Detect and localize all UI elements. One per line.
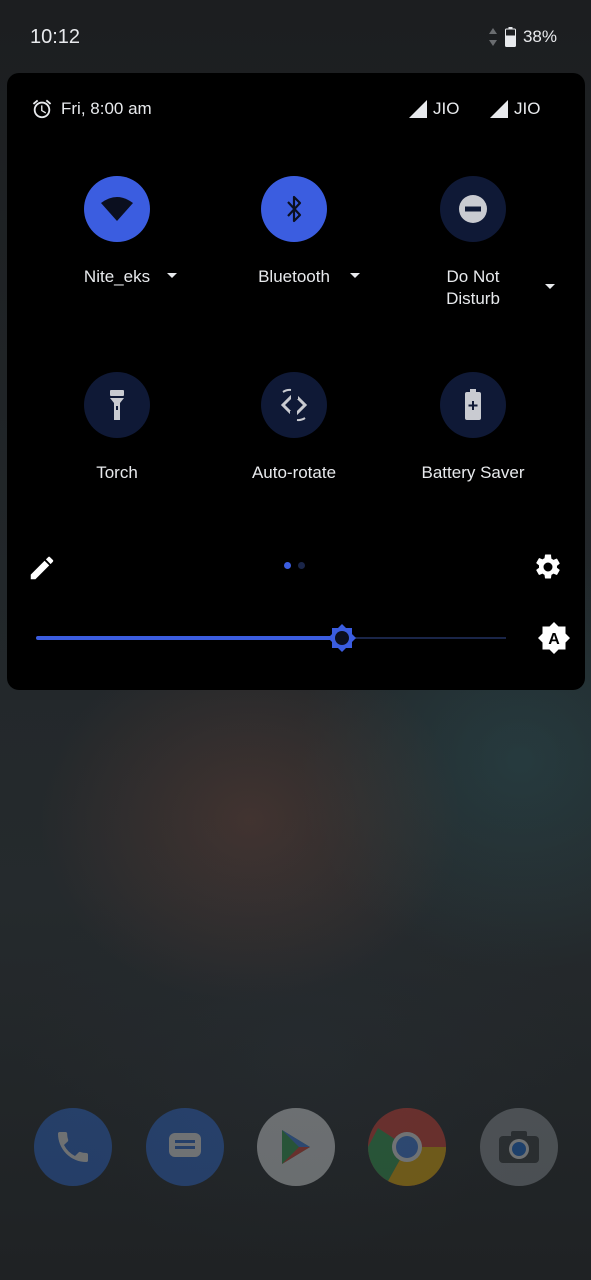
brightness-sun-icon xyxy=(328,624,356,652)
sim2-signal: JIO xyxy=(490,99,540,119)
tile-torch[interactable]: Torch xyxy=(27,372,207,484)
signal-icon xyxy=(490,100,508,118)
bluetooth-toggle[interactable] xyxy=(261,176,327,242)
gear-icon xyxy=(536,554,560,579)
settings-button[interactable] xyxy=(533,552,563,582)
tile-label: Nite_eks xyxy=(83,267,151,286)
pencil-icon xyxy=(30,556,54,580)
brightness-thumb[interactable] xyxy=(327,623,357,653)
edit-tiles-button[interactable] xyxy=(27,553,57,583)
tile-battery-saver[interactable]: Battery Saver xyxy=(383,372,563,484)
status-bar: 10:12 38% xyxy=(0,0,591,74)
tile-do-not-disturb[interactable]: Do Not Disturb xyxy=(383,176,563,310)
dnd-toggle[interactable] xyxy=(440,176,506,242)
alarm-text: Fri, 8:00 am xyxy=(61,99,152,118)
tile-label: Torch xyxy=(96,463,138,482)
camera-icon xyxy=(480,1108,558,1186)
alarm-clock-icon xyxy=(32,99,52,119)
wifi-icon xyxy=(101,197,133,221)
torch-icon xyxy=(110,390,124,420)
brightness-track-filled xyxy=(36,636,342,640)
auto-brightness-button[interactable]: A xyxy=(537,621,571,655)
wifi-toggle[interactable] xyxy=(84,176,150,242)
phone-icon xyxy=(34,1108,112,1186)
tile-label: Auto-rotate xyxy=(251,463,337,482)
expand-caret-icon[interactable] xyxy=(350,273,360,278)
tile-wifi[interactable]: Nite_eks xyxy=(27,176,207,288)
sim1-label: JIO xyxy=(433,99,460,118)
bluetooth-icon xyxy=(287,195,302,223)
brightness-track xyxy=(342,637,506,639)
battery-saver-toggle[interactable] xyxy=(440,372,506,438)
home-dock xyxy=(0,1108,591,1188)
tile-label: Battery Saver xyxy=(421,463,525,482)
auto-rotate-icon xyxy=(280,388,308,422)
tile-label-line1: Do Not xyxy=(446,267,500,286)
status-time: 10:12 xyxy=(30,26,81,48)
chrome-icon xyxy=(368,1108,446,1186)
messages-icon xyxy=(146,1108,224,1186)
auto-brightness-letter: A xyxy=(548,631,560,648)
next-alarm[interactable]: Fri, 8:00 am xyxy=(31,98,152,120)
page-indicator xyxy=(284,562,305,569)
quick-settings-panel: Fri, 8:00 am JIO JIO Nite_eks Bluetooth xyxy=(7,73,585,690)
expand-caret-icon[interactable] xyxy=(167,273,177,278)
tile-auto-rotate[interactable]: Auto-rotate xyxy=(204,372,384,484)
page-dot xyxy=(298,562,305,569)
sim2-label: JIO xyxy=(514,99,541,118)
play-store-icon xyxy=(257,1108,335,1186)
expand-caret-icon[interactable] xyxy=(545,284,555,289)
auto-brightness-icon: A xyxy=(538,622,570,654)
tile-label-line2: Disturb xyxy=(446,289,500,308)
tile-bluetooth[interactable]: Bluetooth xyxy=(204,176,384,288)
battery-percent: 38% xyxy=(522,27,557,46)
torch-toggle[interactable] xyxy=(84,372,150,438)
brightness-slider[interactable] xyxy=(36,623,506,653)
status-right: 38% xyxy=(488,27,557,47)
tile-label: Do Not Disturb xyxy=(383,266,563,310)
battery-saver-icon xyxy=(465,389,481,420)
do-not-disturb-icon xyxy=(459,195,487,223)
sim1-signal: JIO xyxy=(409,99,459,119)
auto-rotate-toggle[interactable] xyxy=(261,372,327,438)
battery-icon xyxy=(504,27,516,47)
signal-icon xyxy=(409,100,427,118)
data-activity-icon xyxy=(488,28,497,46)
page-dot-active xyxy=(284,562,291,569)
